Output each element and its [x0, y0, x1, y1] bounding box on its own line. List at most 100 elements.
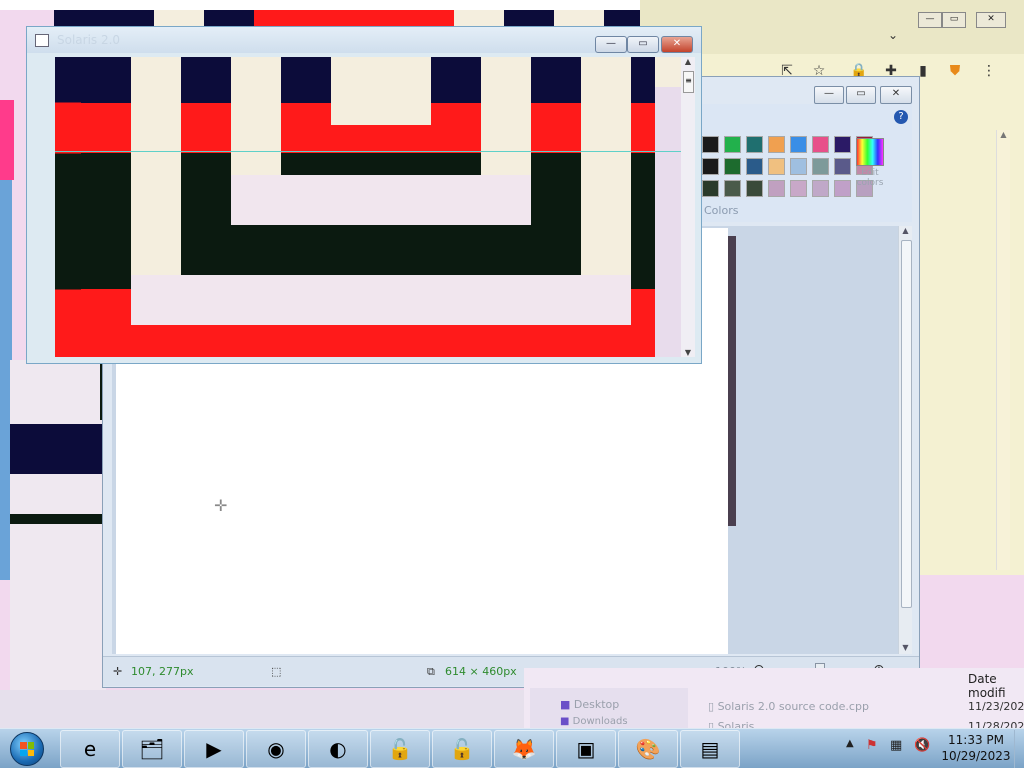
taskbar-button-app-window[interactable]: ▤: [680, 730, 740, 768]
viewer-maximize-button[interactable]: ▭: [627, 36, 659, 53]
colors-group-label: Colors: [704, 204, 739, 217]
scroll-down-arrow-icon[interactable]: ▼: [681, 348, 695, 357]
edit-colors-icon: [856, 138, 884, 166]
cursor-position: 107, 277px: [131, 665, 194, 678]
clock[interactable]: 11:33 PM 10/29/2023: [936, 732, 1016, 766]
color-swatch[interactable]: [746, 158, 763, 175]
color-swatch[interactable]: [746, 180, 763, 197]
chrome-icon: ◉: [267, 737, 285, 761]
file-row-date: 11/23/2021: [968, 700, 1024, 713]
color-swatch[interactable]: [768, 180, 785, 197]
browser-maximize-button[interactable]: ▭: [942, 12, 966, 28]
show-hidden-icons-icon[interactable]: ▲: [846, 738, 854, 749]
color-swatch[interactable]: [790, 136, 807, 153]
color-swatch[interactable]: [790, 180, 807, 197]
explorer-nav-pane: ■ Desktop ■ Downloads: [530, 688, 688, 730]
color-swatch[interactable]: [790, 158, 807, 175]
color-swatch[interactable]: [746, 136, 763, 153]
edit-colors-label: Edit colors: [856, 168, 884, 188]
viewer-close-button[interactable]: ✕: [661, 36, 693, 53]
scroll-thumb[interactable]: ≡: [683, 71, 694, 93]
scroll-up-arrow-icon[interactable]: ▲: [997, 130, 1010, 139]
color-swatch[interactable]: [768, 136, 785, 153]
color-swatch[interactable]: [724, 180, 741, 197]
color-swatch[interactable]: [702, 180, 719, 197]
color-swatch[interactable]: [724, 158, 741, 175]
firefox-icon: 🦊: [511, 737, 537, 761]
tab-search-chevron-icon[interactable]: ⌄: [884, 26, 902, 44]
internet-explorer-icon: e: [83, 737, 97, 761]
paint-vertical-scrollbar[interactable]: ▲ ▼: [898, 226, 912, 654]
color-swatch[interactable]: [702, 158, 719, 175]
column-header-date[interactable]: Date modifi: [968, 672, 1024, 700]
start-button[interactable]: [4, 730, 48, 766]
network-icon[interactable]: ▦: [890, 738, 902, 753]
color-swatch[interactable]: [812, 136, 829, 153]
nav-item-label: Desktop: [573, 698, 620, 711]
viewer-vertical-scrollbar[interactable]: ▲ ≡ ▼: [681, 57, 695, 357]
color-swatch[interactable]: [702, 136, 719, 153]
taskbar-button-app-lock-1[interactable]: 🔓: [370, 730, 430, 768]
file-row[interactable]: ▯ Solaris 2.0 source code.cpp: [708, 700, 869, 713]
canvas-resize-strip[interactable]: [728, 236, 736, 526]
color-swatch[interactable]: [834, 136, 851, 153]
canvas-size: 614 × 460px: [445, 665, 517, 678]
nav-item-downloads[interactable]: ■ Downloads: [560, 716, 628, 727]
scroll-thumb[interactable]: [901, 240, 912, 608]
paint-close-button[interactable]: ✕: [880, 86, 912, 104]
folder-icon: ■: [560, 698, 571, 711]
windows-logo-icon: [10, 732, 44, 766]
color-swatch[interactable]: [834, 180, 851, 197]
palette-grid: [702, 136, 873, 206]
paint-ribbon: ? Edit colors Colors: [700, 104, 912, 222]
browser-close-button[interactable]: ✕: [976, 12, 1006, 28]
help-icon[interactable]: ?: [894, 110, 908, 124]
move-cursor-icon: ✛: [113, 665, 123, 678]
app-window-icon: ▤: [700, 737, 720, 761]
clock-date: 10/29/2023: [941, 749, 1011, 763]
taskbar-button-app-lock-2[interactable]: 🔓: [432, 730, 492, 768]
taskbar-button-media-player[interactable]: ▶: [184, 730, 244, 768]
viewer-title: Solaris 2.0: [57, 33, 121, 47]
crosshair-cursor-icon: ✛: [214, 496, 228, 515]
taskbar-button-internet-explorer[interactable]: e: [60, 730, 120, 768]
paint-minimize-button[interactable]: —: [814, 86, 844, 104]
viewer-minimize-button[interactable]: —: [595, 36, 627, 53]
paint-maximize-button[interactable]: ▭: [846, 86, 876, 104]
scroll-up-arrow-icon[interactable]: ▲: [899, 226, 912, 235]
app-lock-2-icon: 🔓: [449, 737, 475, 761]
canvas-size-icon: ⧉: [427, 665, 435, 678]
edit-colors-button[interactable]: Edit colors: [850, 136, 890, 206]
nav-item-label: Downloads: [572, 716, 628, 727]
color-swatch[interactable]: [812, 180, 829, 197]
file-icon: ▯: [708, 700, 715, 713]
shield-extension-icon[interactable]: ⛊: [946, 62, 964, 80]
color-swatch[interactable]: [812, 158, 829, 175]
show-desktop-button[interactable]: [1014, 730, 1024, 768]
action-center-icon[interactable]: ⚑: [866, 738, 878, 753]
edge-icon: ◐: [329, 737, 347, 761]
folder-icon: ■: [560, 716, 570, 727]
media-player-icon: ▶: [206, 737, 222, 761]
nav-item-desktop[interactable]: ■ Desktop: [560, 698, 619, 711]
file-explorer-icon: 🗂: [139, 737, 165, 761]
selection-size-icon: ⬚: [271, 665, 282, 678]
volume-muted-icon[interactable]: 🔇: [914, 738, 930, 753]
taskbar-button-chrome[interactable]: ◉: [246, 730, 306, 768]
scroll-up-arrow-icon[interactable]: ▲: [681, 57, 695, 66]
scroll-down-arrow-icon[interactable]: ▼: [899, 643, 912, 652]
browser-minimize-button[interactable]: —: [918, 12, 942, 28]
taskbar-button-file-explorer[interactable]: 🗂: [122, 730, 182, 768]
taskbar-button-command-prompt[interactable]: ▣: [556, 730, 616, 768]
command-prompt-icon: ▣: [576, 737, 596, 761]
color-swatch[interactable]: [724, 136, 741, 153]
browser-menu-icon[interactable]: ⋮: [980, 62, 998, 80]
browser-scrollbar[interactable]: ▲: [996, 130, 1010, 570]
paint-icon: 🎨: [635, 737, 661, 761]
taskbar-button-edge[interactable]: ◐: [308, 730, 368, 768]
taskbar-button-paint[interactable]: 🎨: [618, 730, 678, 768]
image-viewer-window: Solaris 2.0 — ▭ ✕ ▲ ≡ ▼: [26, 26, 702, 364]
color-swatch[interactable]: [834, 158, 851, 175]
color-swatch[interactable]: [768, 158, 785, 175]
taskbar-button-firefox[interactable]: 🦊: [494, 730, 554, 768]
